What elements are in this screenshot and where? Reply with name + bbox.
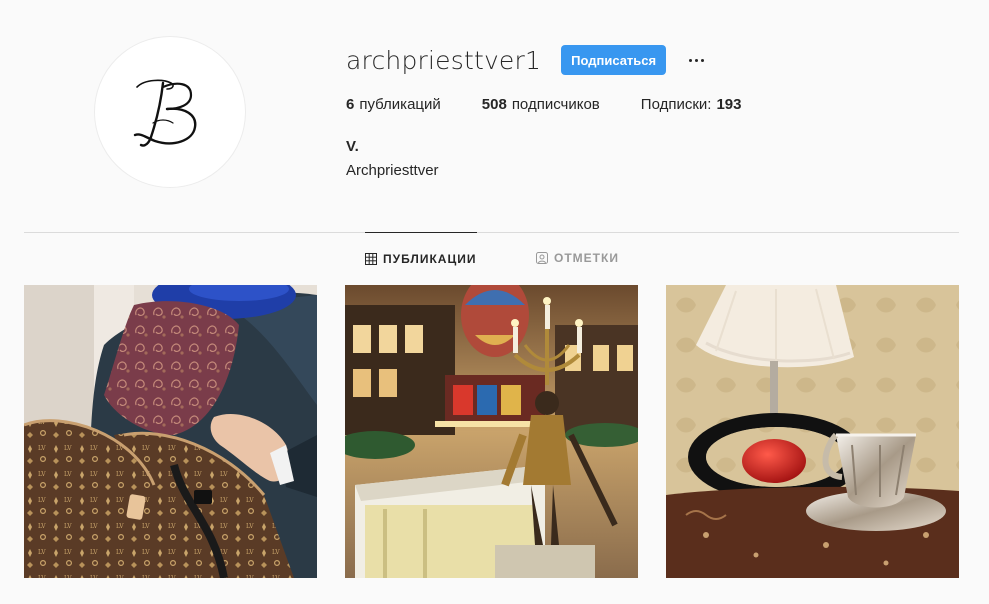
posts-count: 6 — [346, 96, 355, 113]
profile-avatar[interactable]: B — [94, 36, 246, 188]
follow-button[interactable]: Подписаться — [561, 45, 667, 75]
post-tile[interactable] — [666, 285, 959, 578]
following-label: Подписки: — [640, 96, 712, 113]
handbag-scarf-photo: LV — [24, 285, 317, 578]
posts-stat: 6 публикаций — [346, 96, 441, 113]
profile-username: archpriesttver1 — [346, 45, 542, 75]
followers-stat[interactable]: 508 подписчиков — [482, 96, 600, 113]
tab-tagged-label: ОТМЕТКИ — [554, 251, 619, 265]
profile-full-name: V. — [346, 138, 359, 155]
posts-label: публикаций — [359, 96, 441, 113]
lamp-teacup-photo — [666, 285, 959, 578]
followers-label: подписчиков — [511, 96, 600, 113]
tab-tagged[interactable]: ОТМЕТКИ — [536, 232, 626, 284]
more-options-icon[interactable] — [684, 48, 708, 72]
post-tile[interactable]: LV — [24, 285, 317, 578]
mall-candelabra-photo — [345, 285, 638, 578]
followers-count: 508 — [481, 96, 507, 113]
following-count: 193 — [716, 96, 742, 113]
username-row: archpriesttver1 Подписаться — [346, 40, 708, 80]
tab-posts-label: ПУБЛИКАЦИИ — [383, 251, 477, 266]
profile-page: B archpriesttver1 Подписаться 6 публикац… — [0, 0, 989, 604]
post-tile[interactable] — [345, 285, 638, 578]
tab-posts[interactable]: ПУБЛИКАЦИИ — [365, 232, 477, 284]
monogram-b-logo: B — [133, 79, 197, 147]
grid-icon — [365, 252, 377, 265]
tag-icon — [536, 252, 548, 264]
profile-stats: 6 публикаций 508 подписчиков Подписки: 1… — [346, 96, 741, 113]
following-stat[interactable]: Подписки: 193 — [641, 96, 742, 113]
tabs-divider — [24, 232, 959, 233]
profile-bio: Archpriesttver — [346, 162, 439, 179]
